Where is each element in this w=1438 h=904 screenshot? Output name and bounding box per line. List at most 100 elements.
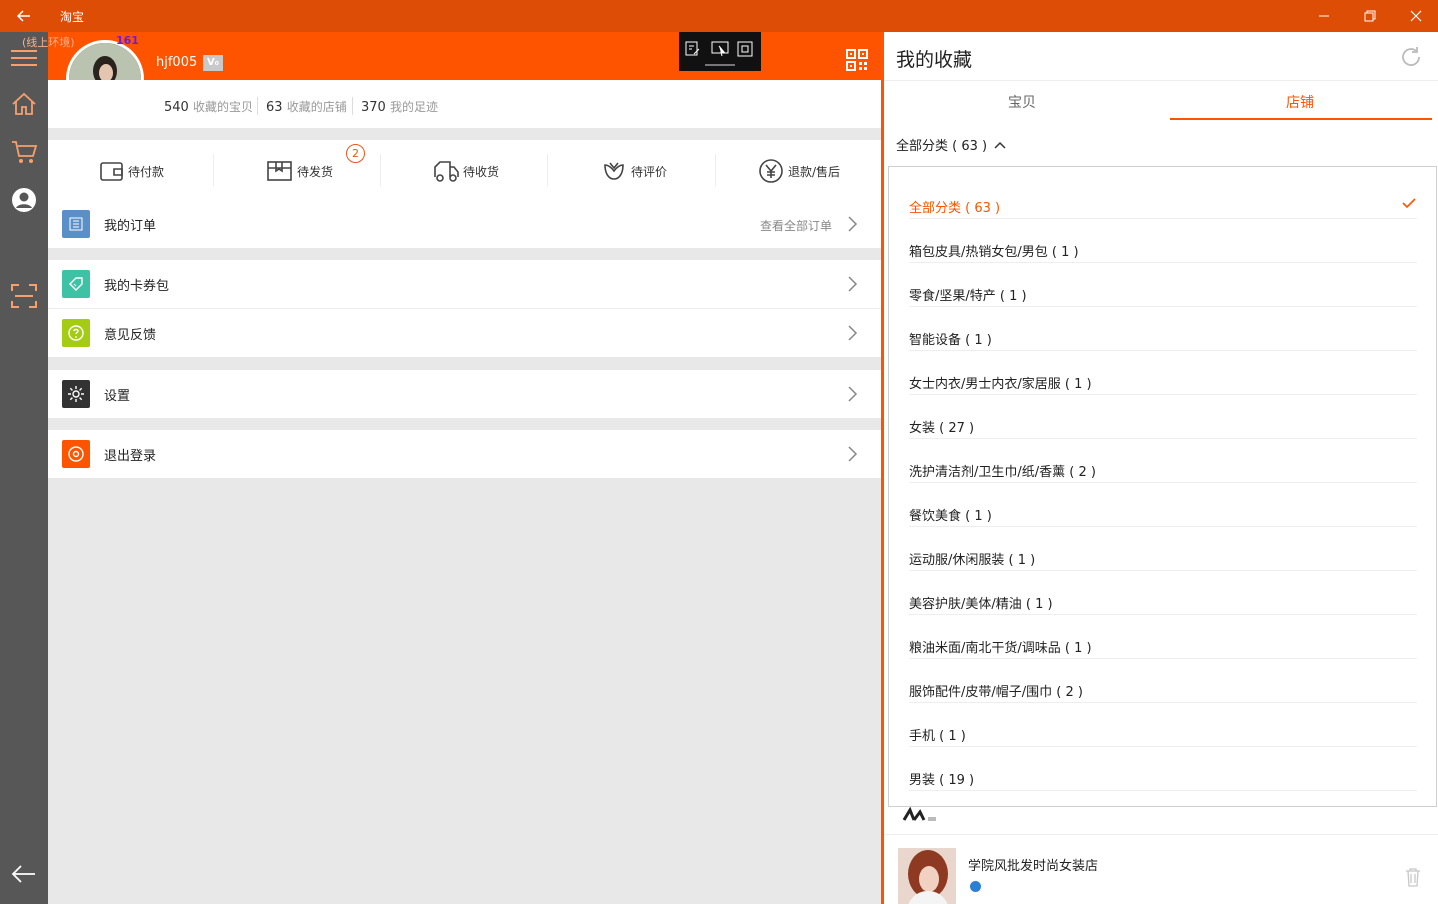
stat-favorite-items[interactable]: 540 收藏的宝贝 — [164, 98, 253, 115]
category-label: 智能设备 ( 1 ) — [909, 333, 992, 348]
fullscreen-tool-icon[interactable] — [737, 41, 753, 61]
category-label: 箱包皮具/热销女包/男包 ( 1 ) — [909, 245, 1079, 260]
panel-title: 我的收藏 — [896, 49, 973, 71]
order-pending-shipment[interactable]: 待发货 — [267, 158, 333, 184]
shop-thumbnail — [898, 848, 956, 904]
category-option[interactable]: 运动服/休闲服装 ( 1 ) — [909, 527, 1417, 571]
chevron-right-icon — [846, 445, 858, 463]
stat-footprints[interactable]: 370 我的足迹 — [361, 98, 438, 115]
category-label: 女装 ( 27 ) — [909, 421, 975, 436]
order-pending-review[interactable]: 待评价 — [601, 158, 667, 184]
environment-label: (线上环境) — [22, 36, 75, 49]
category-option[interactable]: 智能设备 ( 1 ) — [909, 307, 1417, 351]
edit-tool-icon[interactable] — [685, 41, 701, 61]
restore-button[interactable] — [1347, 0, 1393, 32]
category-option[interactable]: 箱包皮具/热销女包/男包 ( 1 ) — [909, 219, 1417, 263]
category-option[interactable]: 洗护清洁剂/卫生巾/纸/香薰 ( 2 ) — [909, 439, 1417, 483]
profile-stats: 540 收藏的宝贝 63 收藏的店铺 370 我的足迹 — [48, 80, 881, 128]
order-divider — [213, 154, 214, 186]
category-option[interactable]: 粮油米面/南北干货/调味品 ( 1 ) — [909, 615, 1417, 659]
pointer-tool-icon[interactable] — [711, 41, 729, 61]
menu-my-orders[interactable]: 我的订单 查看全部订单 — [48, 200, 881, 248]
menu-logout[interactable]: 退出登录 — [48, 430, 881, 478]
category-label: 全部分类 ( 63 ) — [909, 201, 1001, 216]
minimize-button[interactable] — [1301, 0, 1347, 32]
coupon-icon — [62, 270, 90, 298]
order-pending-payment[interactable]: 待付款 — [100, 158, 164, 184]
category-label: 女士内衣/男士内衣/家居服 ( 1 ) — [909, 377, 1092, 392]
debug-counter: 161 — [116, 34, 139, 47]
order-pending-receipt[interactable]: 待收货 — [433, 158, 499, 184]
refresh-icon[interactable] — [1399, 45, 1423, 69]
logout-icon — [62, 440, 90, 468]
category-option[interactable]: 餐饮美食 ( 1 ) — [909, 483, 1417, 527]
stat-favorite-shops[interactable]: 63 收藏的店铺 — [266, 98, 347, 115]
chevron-right-icon — [846, 215, 858, 233]
menu-settings[interactable]: 设置 — [48, 370, 881, 418]
category-option[interactable]: 手机 ( 1 ) — [909, 703, 1417, 747]
order-label: 待评价 — [631, 164, 668, 179]
tab-items[interactable]: 宝贝 — [1008, 92, 1036, 112]
order-label: 退款/售后 — [788, 164, 841, 179]
title-bar: 淘宝 — [0, 0, 1438, 32]
category-label: 服饰配件/皮带/帽子/围巾 ( 2 ) — [909, 685, 1083, 700]
category-option[interactable]: 男装 ( 19 ) — [909, 747, 1417, 791]
delete-trash-icon[interactable] — [1404, 867, 1422, 887]
category-option[interactable]: 全部分类 ( 63 ) — [909, 175, 1417, 219]
menu-label: 意见反馈 — [104, 328, 157, 343]
category-label: 洗护清洁剂/卫生巾/纸/香薰 ( 2 ) — [909, 465, 1096, 480]
category-label: 餐饮美食 ( 1 ) — [909, 509, 992, 524]
chevron-up-icon — [994, 141, 1006, 149]
category-option[interactable]: 服饰配件/皮带/帽子/围巾 ( 2 ) — [909, 659, 1417, 703]
shop-thumbnail-partial — [902, 806, 938, 822]
scan-icon[interactable] — [10, 282, 38, 310]
qr-code-icon[interactable] — [846, 49, 868, 71]
shop-list-item[interactable]: 学院风批发时尚女装店 — [884, 834, 1438, 904]
category-dropdown: 全部分类 ( 63 ) 箱包皮具/热销女包/男包 ( 1 ) 零食/坚果/特产 … — [888, 166, 1437, 807]
stat-value: 370 — [361, 100, 386, 115]
category-label: 男装 ( 19 ) — [909, 773, 975, 788]
category-option[interactable]: 零食/坚果/特产 ( 1 ) — [909, 263, 1417, 307]
order-divider — [715, 154, 716, 186]
category-option[interactable]: 女士内衣/男士内衣/家居服 ( 1 ) — [909, 351, 1417, 395]
order-refund-aftersale[interactable]: 退款/售后 — [758, 158, 840, 184]
view-all-orders-link[interactable]: 查看全部订单 — [760, 217, 832, 234]
menu-feedback[interactable]: 意见反馈 — [48, 309, 881, 357]
username: hjf005 — [156, 55, 198, 70]
tab-shops[interactable]: 店铺 — [1286, 92, 1314, 112]
chevron-right-icon — [846, 324, 858, 342]
category-option[interactable]: 女装 ( 27 ) — [909, 395, 1417, 439]
filter-label: 全部分类 ( 63 ) — [896, 139, 988, 154]
stat-value: 63 — [266, 100, 283, 115]
order-label: 待发货 — [297, 164, 334, 179]
category-option[interactable]: 美容护肤/美体/精油 ( 1 ) — [909, 571, 1417, 615]
stat-value: 540 — [164, 100, 189, 115]
back-arrow-icon[interactable] — [14, 6, 34, 26]
profile-icon[interactable] — [10, 186, 38, 214]
help-icon — [62, 319, 90, 347]
category-label: 粮油米面/南北干货/调味品 ( 1 ) — [909, 641, 1092, 656]
shop-name: 学院风批发时尚女装店 — [968, 859, 1099, 874]
home-icon[interactable] — [10, 90, 38, 118]
collapse-arrow-icon[interactable] — [10, 860, 38, 888]
menu-label: 退出登录 — [104, 449, 157, 464]
nav-rail — [0, 32, 48, 904]
stat-divider — [352, 97, 353, 115]
vip-level-badge: V₀ — [203, 55, 223, 71]
category-label: 运动服/休闲服装 ( 1 ) — [909, 553, 1036, 568]
gear-icon — [62, 380, 90, 408]
package-icon — [267, 161, 292, 181]
toolbar-handle[interactable] — [705, 64, 735, 66]
window-title: 淘宝 — [60, 10, 85, 24]
floating-toolbar — [679, 32, 761, 71]
shop-verified-icon — [970, 881, 981, 892]
menu-coupons[interactable]: 我的卡券包 — [48, 260, 881, 308]
chevron-right-icon — [846, 385, 858, 403]
chevron-right-icon — [846, 275, 858, 293]
cart-icon[interactable] — [10, 138, 38, 166]
menu-label: 设置 — [104, 389, 131, 404]
active-tab-indicator — [1170, 118, 1432, 120]
category-label: 零食/坚果/特产 ( 1 ) — [909, 289, 1027, 304]
close-button[interactable] — [1393, 0, 1438, 32]
category-filter-toggle[interactable]: 全部分类 ( 63 ) — [896, 135, 1007, 154]
